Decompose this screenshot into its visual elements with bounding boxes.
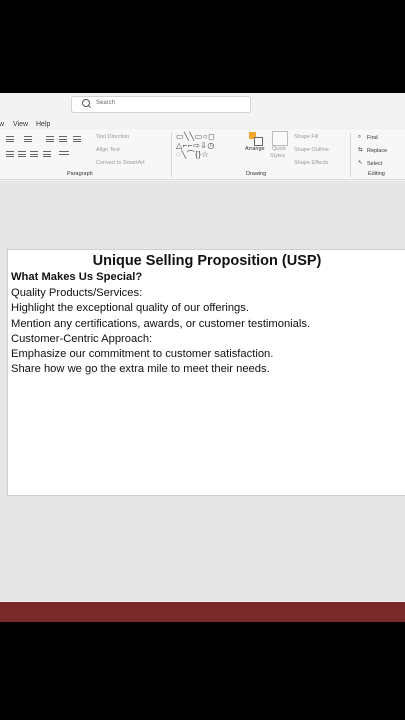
quick-styles-label: Styles [270, 153, 285, 159]
search-box[interactable]: Search [71, 96, 251, 113]
menu-item-view[interactable]: View [13, 121, 28, 128]
menu-item-draw[interactable]: w [0, 121, 4, 128]
slide-text-line[interactable]: Customer-Centric Approach: [11, 333, 152, 345]
justify-icon[interactable] [43, 151, 51, 159]
slide-text-line[interactable]: Emphasize our commitment to customer sat… [11, 348, 273, 360]
arrange-icon [248, 131, 263, 146]
slide-title[interactable]: Unique Selling Proposition (USP) [8, 253, 405, 269]
convert-smartart-button[interactable]: Convert to SmartArt [96, 160, 145, 166]
divider [350, 133, 351, 177]
quick-styles-button[interactable]: Quick [272, 146, 286, 152]
search-placeholder: Search [96, 100, 116, 106]
slide[interactable]: Unique Selling Proposition (USP) What Ma… [7, 249, 405, 496]
decrease-indent-icon[interactable] [46, 136, 54, 144]
align-left-icon[interactable] [6, 151, 14, 159]
numbering-icon[interactable] [24, 136, 32, 144]
slide-text-line[interactable]: Mention any certifications, awards, or c… [11, 318, 310, 330]
arrange-button[interactable]: Arrange [245, 146, 265, 152]
shapes-icon: ▭╲╲▭○◻ △⌐⌐⇨⇩◷ ◌╲⌒{}☆ [176, 132, 216, 159]
select-button[interactable]: Select [367, 161, 382, 167]
shapes-gallery[interactable]: ▭╲╲▭○◻ △⌐⌐⇨⇩◷ ◌╲⌒{}☆ [176, 132, 242, 162]
shape-outline-button[interactable]: Shape Outline [294, 147, 329, 153]
editing-group-label: Editing [368, 171, 385, 177]
slide-text-line[interactable]: Share how we go the extra mile to meet t… [11, 363, 270, 375]
shape-effects-button[interactable]: Shape Effects [294, 160, 328, 166]
slide-heading[interactable]: What Makes Us Special? [11, 271, 142, 283]
align-text-button[interactable]: Align Text [96, 147, 120, 153]
align-right-icon[interactable] [30, 151, 38, 159]
line-spacing-icon[interactable] [73, 136, 81, 144]
find-icon: ⌕ [358, 134, 362, 140]
slide-text-line[interactable]: Highlight the exceptional quality of our… [11, 302, 249, 314]
ribbon: Text Direction Align Text Convert to Sma… [0, 129, 405, 180]
quick-styles-icon [272, 131, 288, 146]
replace-button[interactable]: Replace [367, 148, 387, 154]
find-button[interactable]: Find [367, 135, 378, 141]
text-direction-button[interactable]: Text Direction [96, 134, 129, 140]
paragraph-group: Text Direction Align Text Convert to Sma… [0, 129, 172, 179]
increase-indent-icon[interactable] [59, 136, 67, 144]
bullets-icon[interactable] [6, 136, 14, 144]
paragraph-group-label: Paragraph [67, 171, 93, 177]
search-icon [82, 99, 90, 107]
slide-canvas: Unique Selling Proposition (USP) What Ma… [0, 181, 405, 601]
columns-icon[interactable] [59, 151, 69, 156]
shape-fill-button[interactable]: Shape Fill [294, 134, 318, 140]
slide-text-line[interactable]: Quality Products/Services: [11, 287, 142, 299]
replace-icon: ⇆ [358, 147, 363, 153]
align-center-icon[interactable] [18, 151, 26, 159]
menu-bar: w View Help [0, 115, 405, 128]
menu-item-help[interactable]: Help [36, 121, 50, 128]
title-bar: Search [0, 93, 405, 115]
powerpoint-window: Search w View Help Text Direction Align … [0, 93, 405, 603]
bottom-strip [0, 602, 405, 622]
drawing-group-label: Drawing [246, 171, 267, 177]
select-icon: ↖ [358, 160, 363, 166]
